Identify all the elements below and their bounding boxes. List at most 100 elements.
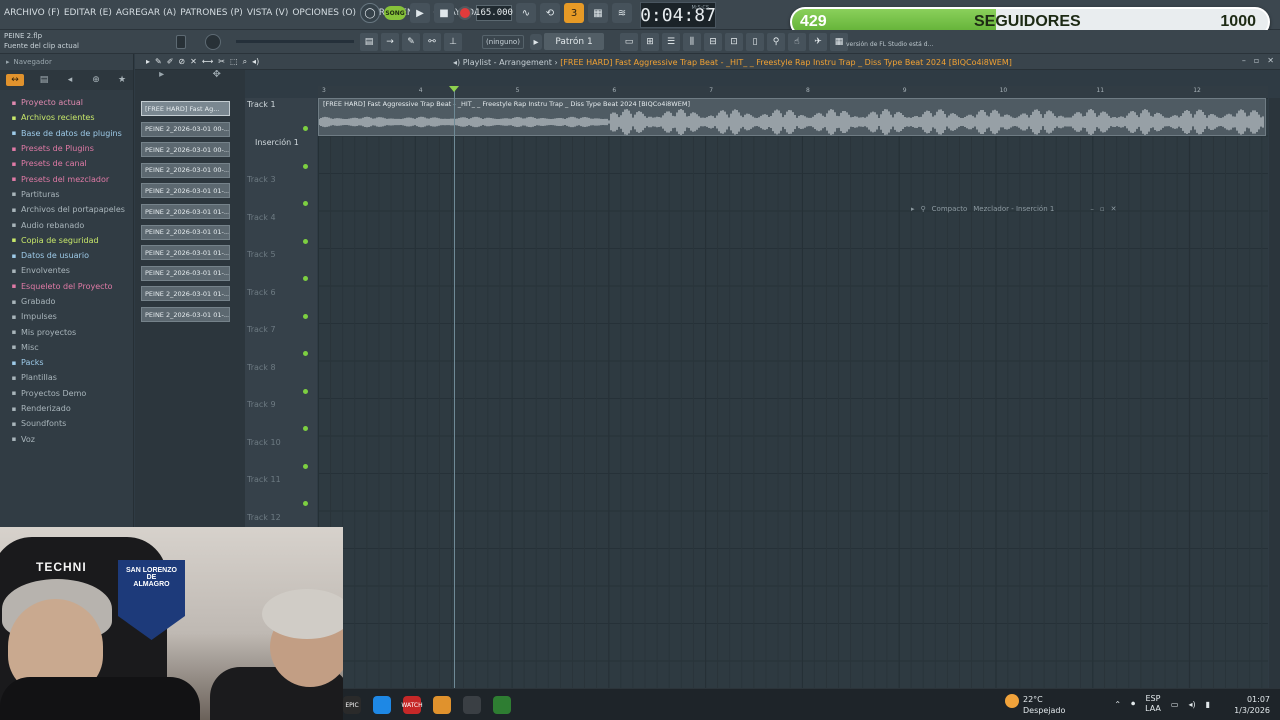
link-icon[interactable]: ⚯ (423, 33, 441, 51)
browser-item[interactable]: ▪ Voz (10, 432, 133, 447)
clip-item[interactable]: PEINE 2_2026-03-01 00-... (141, 142, 230, 158)
pattern-selector[interactable]: Patrón 1 (544, 33, 604, 50)
browser-item[interactable]: ▪ Audio rebanado (10, 217, 133, 232)
mixer-arrow-icon[interactable]: ▸ (911, 205, 915, 213)
tab-files-icon[interactable]: ▤ (38, 74, 50, 86)
mixer-close-icon[interactable]: ✕ (1111, 205, 1117, 213)
browser-item[interactable]: ▪ Base de datos de plugins (10, 126, 133, 141)
paint-tool-icon[interactable]: ✐ (167, 57, 174, 67)
clip-item[interactable]: [FREE HARD] Fast Ag... (141, 101, 230, 116)
arrow-icon[interactable]: ▸ (159, 69, 164, 80)
lock-icon[interactable] (176, 35, 186, 49)
track-enable-led[interactable] (303, 201, 308, 206)
browser-item[interactable]: ▪ Grabado (10, 294, 133, 309)
track-label[interactable]: Track 8 (247, 363, 276, 372)
master-volume-knob[interactable] (205, 34, 221, 50)
language-indicator[interactable]: ESP LAA (1145, 694, 1161, 714)
playback-tool-icon[interactable]: ◂) (252, 57, 259, 67)
minimize-icon[interactable]: – (1242, 56, 1246, 65)
browser-item[interactable]: ▪ Presets del mezclador (10, 171, 133, 186)
master-pitch-slider[interactable] (236, 40, 354, 43)
tray-chevron-icon[interactable]: ⌃ (1114, 700, 1121, 709)
menu-item[interactable]: VISTA (V) (247, 8, 289, 18)
menu-item[interactable]: OPCIONES (O) (292, 8, 356, 18)
pattern-none-selector[interactable]: (ninguno) (482, 35, 524, 49)
stamp-icon[interactable]: ⊥ (444, 33, 462, 51)
clip-item[interactable]: PEINE 2_2026-03-01 01-... (141, 307, 230, 322)
browser-item[interactable]: ▪ Datos de usuario (10, 248, 133, 263)
browser-item[interactable]: ▪ Copia de seguridad (10, 233, 133, 248)
arrow-right-icon[interactable]: → (381, 33, 399, 51)
browser-item[interactable]: ▪ Proyectos Demo (10, 386, 133, 401)
track-enable-led[interactable] (303, 463, 308, 469)
track-enable-led[interactable] (303, 276, 308, 281)
clip-item[interactable]: PEINE 2_2026-03-01 01-... (141, 204, 230, 219)
track-label[interactable]: Track 11 (247, 475, 281, 484)
browser-item[interactable]: ▪ Envolventes (10, 263, 133, 278)
browser-item[interactable]: ▪ Presets de canal (10, 156, 133, 171)
network-icon[interactable]: ▭ (1171, 700, 1179, 709)
tab-speaker-icon[interactable]: ◂ (64, 74, 76, 86)
track-enable-led[interactable] (303, 126, 308, 131)
play-small-icon[interactable]: ▸ (146, 57, 150, 67)
playlist-view-icon[interactable]: ▤ (360, 33, 378, 51)
vertical-scrollbar[interactable] (1269, 98, 1280, 688)
browser-item[interactable]: ▪ Esqueleto del Proyecto (10, 279, 133, 294)
taskbar-app-icon[interactable] (463, 696, 481, 714)
track-label[interactable]: Inserción 1 (255, 138, 299, 147)
browser-item[interactable]: ▪ Presets de Plugins (10, 141, 133, 156)
select-tool-icon[interactable]: ⬚ (230, 57, 238, 67)
track-enable-led[interactable] (303, 351, 308, 356)
draw-tool-icon[interactable]: ✎ (155, 57, 162, 67)
playhead-marker-icon[interactable] (449, 86, 459, 92)
track-label[interactable]: Track 1 (247, 100, 276, 109)
clip-item[interactable]: PEINE 2_2026-03-01 01-... (141, 265, 230, 281)
touch-icon[interactable]: ☝ (788, 33, 806, 51)
browser-item[interactable]: ▪ Archivos recientes (10, 110, 133, 125)
mixer-pin-icon[interactable]: ⚲ (921, 205, 926, 213)
browser-item[interactable]: ▪ Plantillas (10, 370, 133, 385)
record-button[interactable] (458, 6, 472, 20)
mute-tool-icon[interactable]: ✕ (190, 57, 197, 67)
track-label[interactable]: Track 5 (247, 250, 276, 259)
battery-icon[interactable]: ▮ (1206, 700, 1210, 709)
loop-icon[interactable]: ⟲ (540, 3, 560, 23)
browser-item[interactable]: ▪ Renderizado (10, 401, 133, 416)
track-label[interactable]: Track 3 (247, 175, 276, 184)
menu-item[interactable]: AGREGAR (A) (116, 8, 176, 18)
track-label[interactable]: Track 10 (247, 438, 281, 447)
tab-all[interactable]: ↔ (6, 74, 24, 86)
song-mode-toggle[interactable]: SONG (384, 6, 406, 20)
mixer-icon[interactable]: ⫼ (683, 33, 701, 51)
tempo-display[interactable]: 165.000 (475, 5, 513, 21)
clip-item[interactable]: PEINE 2_2026-03-01 01-... (141, 286, 230, 302)
slip-tool-icon[interactable]: ⟷ (202, 57, 213, 67)
slice-tool-icon[interactable]: ✂ (218, 57, 225, 67)
playhead[interactable] (454, 86, 455, 688)
plug-icon[interactable]: ⚲ (767, 33, 785, 51)
audio-clip[interactable]: [FREE HARD] Fast Aggressive Trap Beat - … (318, 98, 1266, 136)
mixer-minimize-icon[interactable]: – (1090, 205, 1094, 213)
volume-icon[interactable]: ◂) (1188, 700, 1195, 709)
track-enable-led[interactable] (303, 501, 308, 506)
pin-icon[interactable]: ▸ (6, 58, 10, 66)
track-enable-led[interactable] (303, 238, 308, 244)
browser-item[interactable]: ▪ Soundfonts (10, 416, 133, 431)
mic-icon[interactable]: ⏺ (1131, 699, 1135, 709)
browser-item[interactable]: ▪ Packs (10, 355, 133, 370)
blend-icon[interactable]: ≋ (612, 3, 632, 23)
tab-plugin-icon[interactable]: ⊕ (90, 74, 102, 86)
taskbar-app-icon[interactable]: WATCH (401, 696, 423, 714)
pencil-icon[interactable]: ✎ (402, 33, 420, 51)
metronome-icon[interactable]: ◯ (360, 3, 380, 23)
browser-item[interactable]: ▪ Impulses (10, 309, 133, 324)
taskbar-app-icon[interactable] (493, 696, 511, 714)
wave-icon[interactable]: ∿ (516, 3, 536, 23)
clip-item[interactable]: PEINE 2_2026-03-01 00-... (141, 121, 230, 137)
browser-item[interactable]: ▪ Archivos del portapapeles (10, 202, 133, 217)
mixer-maximize-icon[interactable]: ▫ (1100, 205, 1105, 213)
tab-star-icon[interactable]: ★ (116, 74, 128, 86)
clip-item[interactable]: PEINE 2_2026-03-01 00-... (141, 162, 230, 178)
weather-widget[interactable]: 22°C Despejado (1005, 694, 1065, 716)
track-label[interactable]: Track 12 (247, 513, 281, 522)
